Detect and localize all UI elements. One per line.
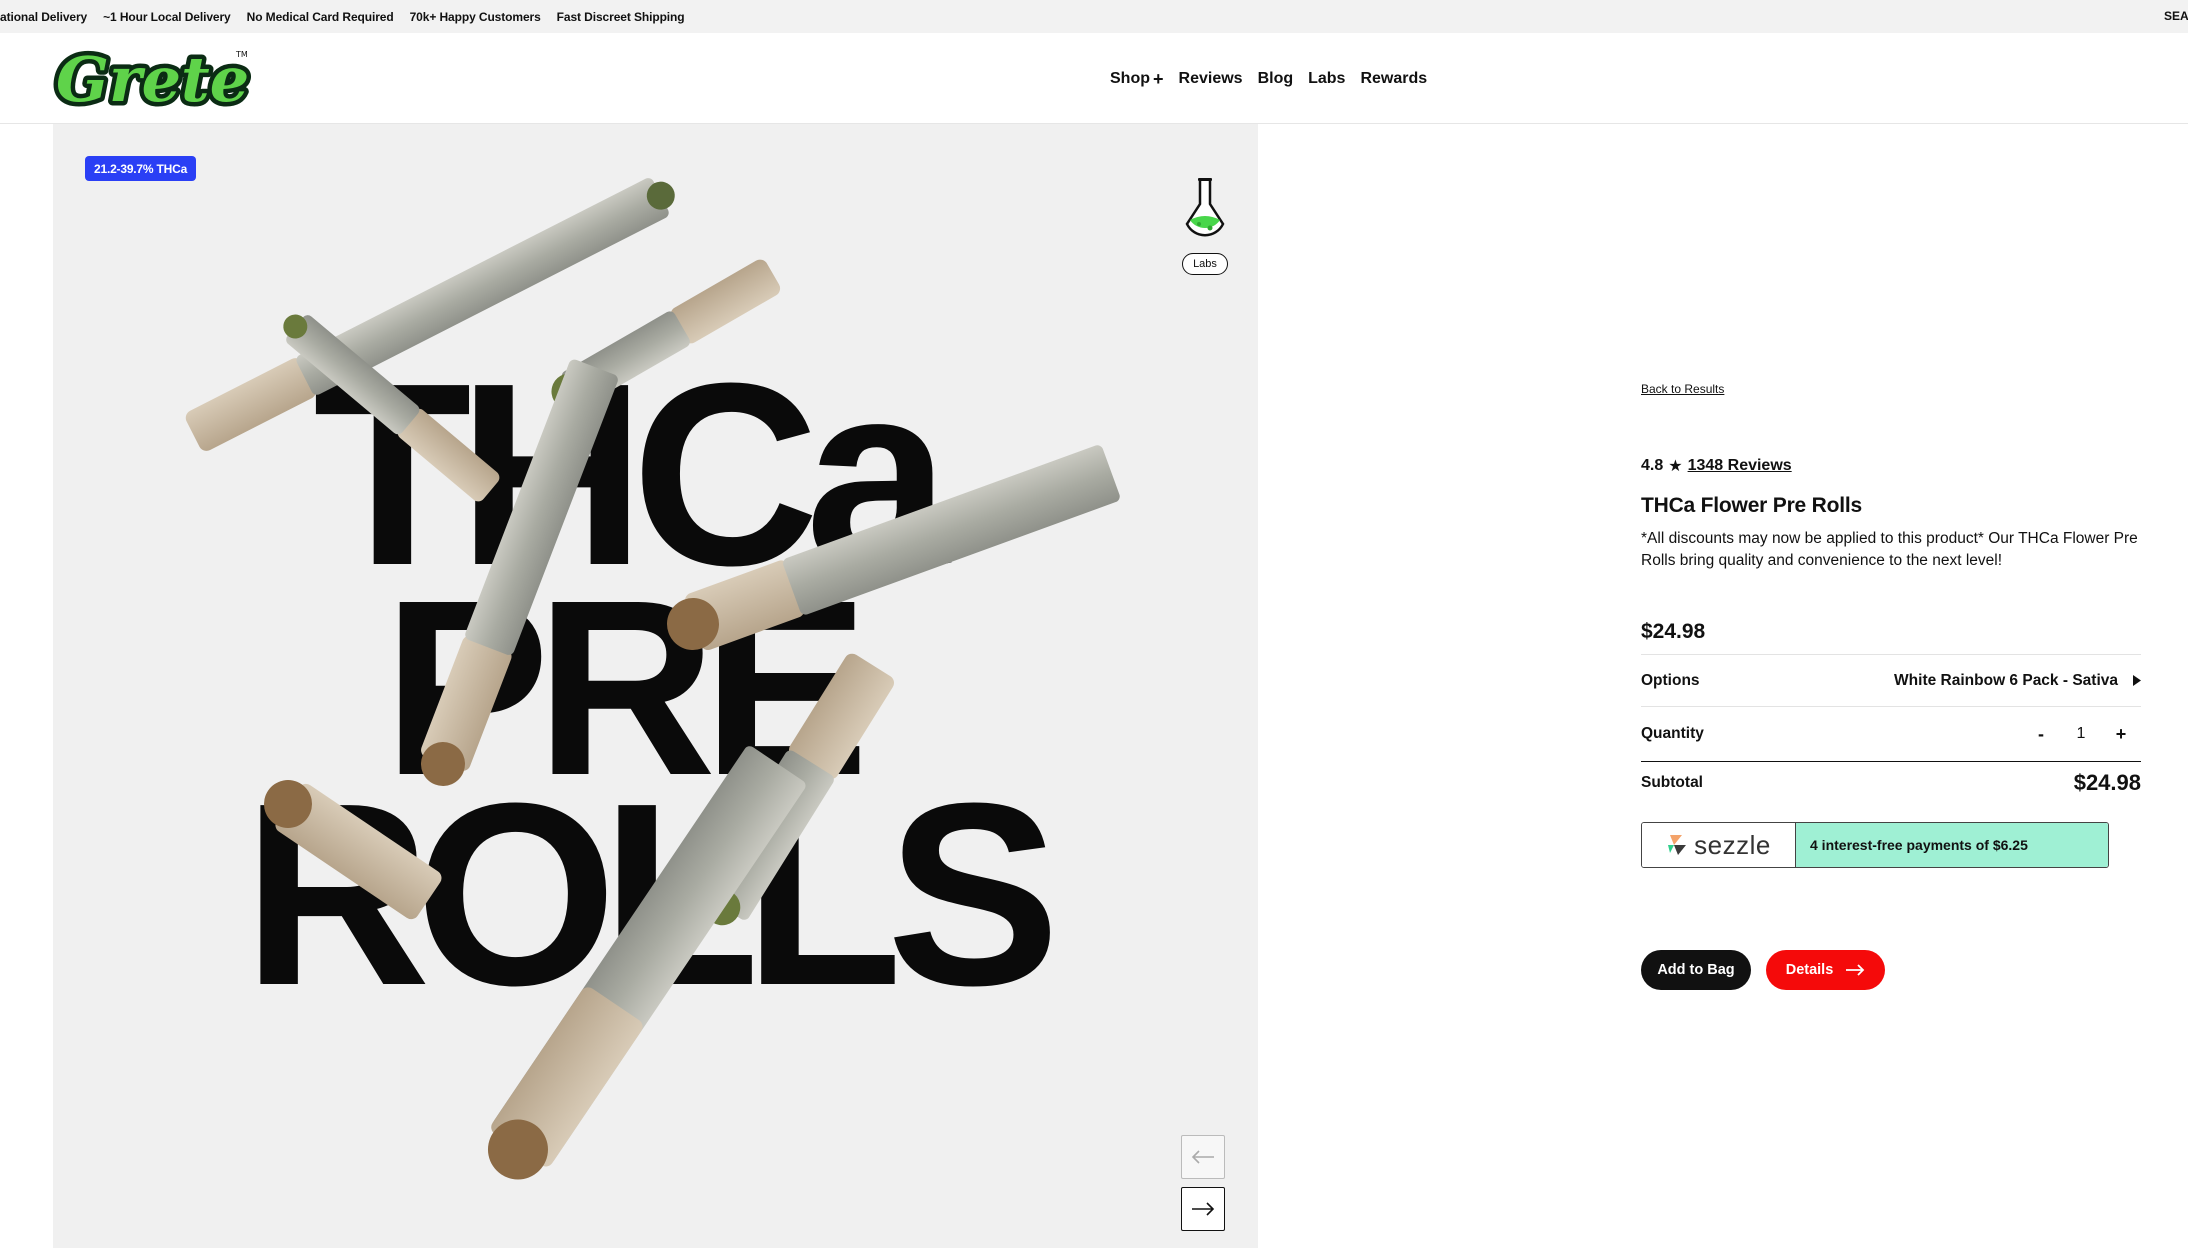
quantity-label: Quantity (1641, 725, 1704, 742)
options-value: White Rainbow 6 Pack - Sativa (1894, 671, 2118, 689)
action-buttons: Add to Bag Details (1641, 950, 2141, 990)
site-header: Grete Grete TM Shop + Reviews Blog Labs R… (0, 33, 2188, 124)
star-icon: ★ (1668, 458, 1683, 475)
product-info: Back to Results 4.8 ★ 1348 Reviews THCa … (1641, 380, 2141, 990)
subtotal-label: Subtotal (1641, 774, 1703, 791)
announcement-item: ~1 Hour Local Delivery (103, 9, 231, 24)
prev-image-button[interactable] (1181, 1135, 1225, 1179)
labs-label: Labs (1182, 253, 1228, 275)
announcement-item: No Medical Card Required (246, 9, 394, 24)
details-button[interactable]: Details (1766, 950, 1885, 990)
flask-icon (1185, 178, 1225, 237)
announcement-bar: ational Delivery ~1 Hour Local Delivery … (0, 0, 2188, 33)
arrow-right-icon (1192, 1202, 1215, 1216)
nav-rewards[interactable]: Rewards (1360, 70, 1427, 88)
product-image: THCa PRE ROLLS (185, 178, 1120, 1180)
announcement-item: 70k+ Happy Customers (409, 9, 541, 24)
product-price: $24.98 (1641, 620, 1706, 643)
thca-badge: 21.2-39.7% THCa (85, 156, 197, 181)
quantity-increase-button[interactable]: + (2101, 724, 2141, 745)
sezzle-icon (1668, 835, 1687, 855)
product-title: THCa Flower Pre Rolls (1641, 494, 1863, 517)
nav-blog[interactable]: Blog (1258, 70, 1294, 88)
search-link[interactable]: SEAR (2164, 0, 2188, 33)
rating-value: 4.8 (1641, 457, 1664, 474)
sezzle-logo: sezzle (1642, 823, 1796, 867)
grete-logo[interactable]: Grete Grete TM (50, 39, 256, 121)
next-image-button[interactable] (1181, 1187, 1225, 1231)
quantity-value[interactable]: 1 (2061, 725, 2101, 743)
plus-icon: + (1153, 68, 1164, 89)
logo-mark: Grete Grete TM (52, 39, 254, 121)
quantity-decrease-button[interactable]: - (2021, 724, 2061, 745)
back-to-results-link[interactable]: Back to Results (1641, 382, 1724, 396)
rating: 4.8 ★ 1348 Reviews (1641, 456, 2141, 476)
quantity-stepper: - 1 + (2021, 724, 2141, 745)
subtotal-value: $24.98 (2073, 770, 2141, 795)
product-description: *All discounts may now be applied to thi… (1641, 530, 2138, 569)
main-nav: Shop + Reviews Blog Labs Rewards (1110, 33, 1427, 124)
announcement-item: Fast Discreet Shipping (556, 9, 685, 24)
svg-text:Grete: Grete (56, 43, 249, 115)
nav-reviews[interactable]: Reviews (1179, 70, 1243, 88)
sezzle-brand-text: sezzle (1694, 829, 1771, 860)
details-label: Details (1785, 962, 1834, 978)
labs-button[interactable]: Labs (1179, 176, 1231, 275)
nav-labs[interactable]: Labs (1308, 70, 1345, 88)
announcement-marquee: ational Delivery ~1 Hour Local Delivery … (0, 0, 700, 33)
sezzle-message: 4 interest-free payments of $6.25 (1796, 823, 2108, 867)
add-to-bag-button[interactable]: Add to Bag (1641, 950, 1751, 990)
options-row: Options White Rainbow 6 Pack - Sativa (1641, 654, 2141, 706)
options-label: Options (1641, 671, 1700, 689)
arrow-left-icon (1191, 1150, 1214, 1164)
subtotal-row: Subtotal $24.98 (1641, 762, 2141, 804)
announcement-item: ational Delivery (0, 9, 88, 24)
caret-right-icon (2133, 675, 2141, 686)
options-select[interactable]: White Rainbow 6 Pack - Sativa (1894, 672, 2141, 690)
nav-shop[interactable]: Shop + (1110, 70, 1164, 88)
product-gallery: THCa PRE ROLLS 21.2-39.7% THCa Labs (53, 124, 1258, 1248)
sezzle-widget[interactable]: sezzle 4 interest-free payments of $6.25 (1641, 822, 2109, 868)
quantity-row: Quantity - 1 + (1641, 706, 2141, 762)
reviews-link[interactable]: 1348 Reviews (1688, 457, 1792, 475)
svg-text:TM: TM (235, 50, 248, 59)
nav-shop-label: Shop (1110, 69, 1150, 87)
arrow-right-icon (1846, 964, 1865, 976)
